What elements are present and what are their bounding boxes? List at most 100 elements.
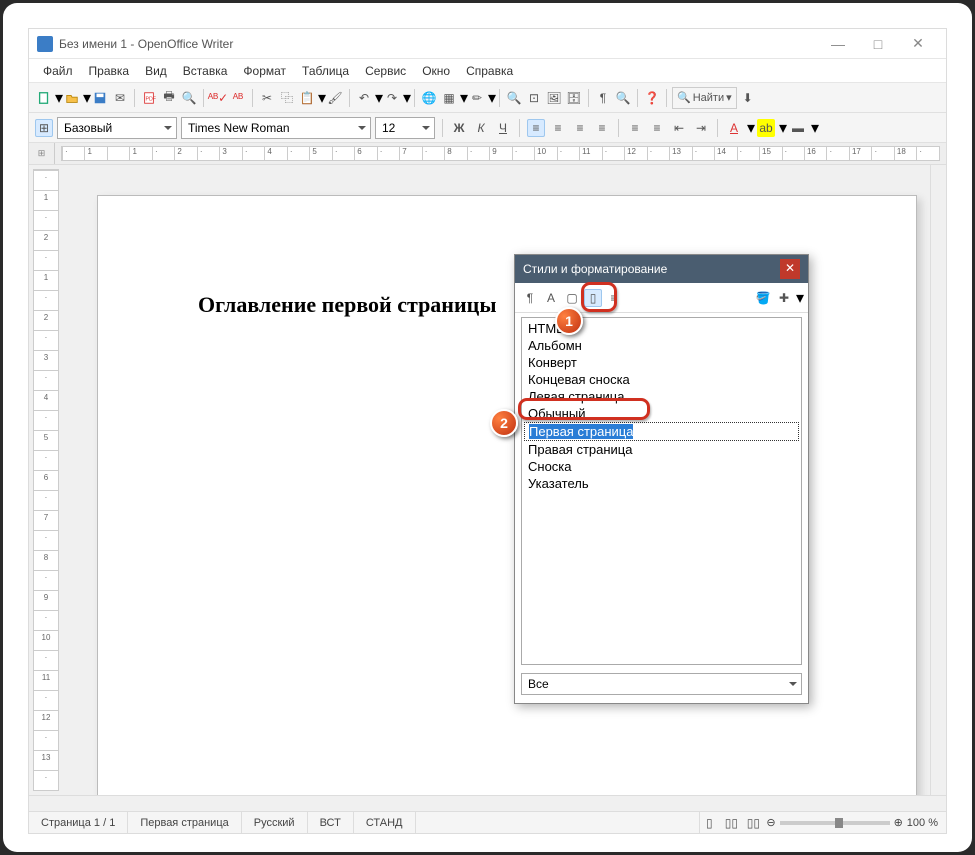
- vertical-ruler[interactable]: ·1·2·1·2·3·4·5·6·7·8·9·10·11·12·13·: [33, 169, 59, 791]
- styles-dialog-close[interactable]: ✕: [780, 259, 800, 279]
- view-book-icon[interactable]: ▯▯: [744, 814, 762, 832]
- menu-window[interactable]: Окно: [414, 62, 458, 80]
- align-justify-icon[interactable]: ≡: [593, 119, 611, 137]
- document-heading[interactable]: Оглавление первой страницы: [198, 292, 497, 318]
- menubar: Файл Правка Вид Вставка Формат Таблица С…: [29, 59, 946, 83]
- print-icon[interactable]: 🖶: [160, 89, 178, 107]
- new-doc-icon[interactable]: [35, 89, 53, 107]
- style-item[interactable]: Сноска: [524, 458, 799, 475]
- zoom-value[interactable]: 100 %: [907, 817, 938, 829]
- maximize-button[interactable]: □: [858, 36, 898, 52]
- paragraph-style-combo[interactable]: Базовый: [57, 117, 177, 139]
- hyperlink-icon[interactable]: 🌐: [420, 89, 438, 107]
- menu-file[interactable]: Файл: [35, 62, 81, 80]
- find-label: Найти: [693, 92, 724, 104]
- menu-view[interactable]: Вид: [137, 62, 175, 80]
- vertical-scrollbar[interactable]: [930, 165, 946, 795]
- preview-icon[interactable]: 🔍: [180, 89, 198, 107]
- font-name-combo[interactable]: Times New Roman: [181, 117, 371, 139]
- bg-color-icon[interactable]: ▬: [789, 119, 807, 137]
- menu-edit[interactable]: Правка: [81, 62, 138, 80]
- list-styles-icon[interactable]: ≡: [605, 289, 623, 307]
- align-right-icon[interactable]: ≡: [571, 119, 589, 137]
- menu-help[interactable]: Справка: [458, 62, 521, 80]
- align-center-icon[interactable]: ≡: [549, 119, 567, 137]
- menu-tools[interactable]: Сервис: [357, 62, 414, 80]
- frame-styles-icon[interactable]: ▢: [563, 289, 581, 307]
- style-item[interactable]: Обычный: [524, 405, 799, 422]
- italic-button[interactable]: К: [472, 119, 490, 137]
- underline-button[interactable]: Ч: [494, 119, 512, 137]
- style-item[interactable]: Альбомн: [524, 337, 799, 354]
- page-styles-icon[interactable]: ▯: [584, 289, 602, 307]
- callout-1-badge: 1: [555, 307, 583, 335]
- dec-indent-icon[interactable]: ⇤: [670, 119, 688, 137]
- styles-dialog-title: Стили и форматирование: [523, 262, 780, 276]
- nonprint-icon[interactable]: ¶: [594, 89, 612, 107]
- status-page-style[interactable]: Первая страница: [128, 812, 241, 833]
- status-sel-mode[interactable]: СТАНД: [354, 812, 416, 833]
- email-icon[interactable]: ✉: [111, 89, 129, 107]
- paste-icon[interactable]: 📋: [298, 89, 316, 107]
- style-item[interactable]: Конверт: [524, 354, 799, 371]
- number-list-icon[interactable]: ≡: [626, 119, 644, 137]
- save-icon[interactable]: [91, 89, 109, 107]
- font-color-icon[interactable]: A: [725, 119, 743, 137]
- draw-icon[interactable]: ✏: [468, 89, 486, 107]
- minimize-button[interactable]: —: [818, 36, 858, 52]
- pdf-icon[interactable]: PDF: [140, 89, 158, 107]
- zoom-slider[interactable]: [780, 821, 890, 825]
- horizontal-ruler[interactable]: ·11·2·3·4·5·6·7·8·9·10·11·12·13·14·15·16…: [61, 146, 940, 161]
- status-page[interactable]: Страница 1 / 1: [29, 812, 128, 833]
- menu-insert[interactable]: Вставка: [175, 62, 236, 80]
- view-single-icon[interactable]: ▯: [700, 814, 718, 832]
- style-item[interactable]: Правая страница: [524, 441, 799, 458]
- style-item[interactable]: Левая страница: [524, 388, 799, 405]
- menu-table[interactable]: Таблица: [294, 62, 357, 80]
- redo-icon[interactable]: ↷: [383, 89, 401, 107]
- status-language[interactable]: Русский: [242, 812, 308, 833]
- horizontal-scrollbar[interactable]: [29, 795, 946, 811]
- align-left-icon[interactable]: ≡: [527, 119, 545, 137]
- gallery-icon[interactable]: 🖼: [545, 89, 563, 107]
- font-size-combo[interactable]: 12: [375, 117, 435, 139]
- titlebar[interactable]: Без имени 1 - OpenOffice Writer — □ ✕: [29, 29, 946, 59]
- menu-format[interactable]: Формат: [235, 62, 294, 80]
- character-styles-icon[interactable]: A: [542, 289, 560, 307]
- close-button[interactable]: ✕: [898, 35, 938, 52]
- inc-indent-icon[interactable]: ⇥: [692, 119, 710, 137]
- bold-button[interactable]: Ж: [450, 119, 468, 137]
- open-icon[interactable]: [63, 89, 81, 107]
- new-style-icon[interactable]: ✚: [775, 289, 793, 307]
- style-item[interactable]: Концевая сноска: [524, 371, 799, 388]
- styles-filter-combo[interactable]: Все: [521, 673, 802, 695]
- styles-window-icon[interactable]: ⊞: [35, 119, 53, 137]
- fill-format-icon[interactable]: 🪣: [754, 289, 772, 307]
- zoom-icon[interactable]: 🔍: [614, 89, 632, 107]
- cut-icon[interactable]: ✂: [258, 89, 276, 107]
- find-next-icon[interactable]: ⬇: [739, 89, 757, 107]
- navigator-icon[interactable]: ⊡: [525, 89, 543, 107]
- status-insert-mode[interactable]: ВСТ: [308, 812, 354, 833]
- autospell-icon[interactable]: ᴬᴮ: [229, 89, 247, 107]
- table-icon[interactable]: ▦: [440, 89, 458, 107]
- highlight-icon[interactable]: ab: [757, 119, 775, 137]
- find-toolbar[interactable]: 🔍 Найти ▾: [672, 87, 737, 109]
- spellcheck-icon[interactable]: ᴬᴮ✓: [209, 89, 227, 107]
- view-multi-icon[interactable]: ▯▯: [722, 814, 740, 832]
- style-item[interactable]: Указатель: [524, 475, 799, 492]
- bullet-list-icon[interactable]: ≡: [648, 119, 666, 137]
- styles-dialog-titlebar[interactable]: Стили и форматирование ✕: [515, 255, 808, 283]
- copy-icon[interactable]: ⿻: [278, 89, 296, 107]
- style-item[interactable]: Первая страница: [524, 422, 799, 441]
- window-title: Без имени 1 - OpenOffice Writer: [59, 37, 818, 51]
- paragraph-styles-icon[interactable]: ¶: [521, 289, 539, 307]
- styles-list[interactable]: HTMLАльбомнКонвертКонцевая сноскаЛевая с…: [521, 317, 802, 665]
- find-icon[interactable]: 🔍: [505, 89, 523, 107]
- datasources-icon[interactable]: 🗄: [565, 89, 583, 107]
- statusbar: Страница 1 / 1 Первая страница Русский В…: [29, 811, 946, 833]
- undo-icon[interactable]: ↶: [355, 89, 373, 107]
- help-icon[interactable]: ❓: [643, 89, 661, 107]
- format-paint-icon[interactable]: 🖌: [326, 89, 344, 107]
- horizontal-ruler-row: ⊞ ·11·2·3·4·5·6·7·8·9·10·11·12·13·14·15·…: [29, 143, 946, 165]
